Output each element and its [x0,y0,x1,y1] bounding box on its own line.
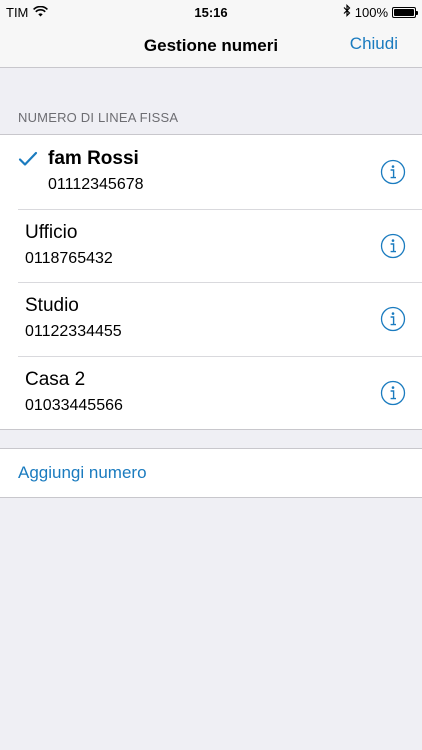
phone-number: 0118765432 [25,249,113,267]
battery-percent: 100% [354,4,388,20]
phone-number: 01112345678 [48,176,144,193]
phone-number: 01122334455 [25,323,122,340]
screen: TIM 15:16 100% Gestione numeri Chiudi NU… [0,0,422,750]
checkmark-icon [18,151,38,167]
number-name: fam Rossi [48,148,139,169]
number-name: Studio [25,295,79,316]
list-item[interactable]: Studio 01122334455 [0,282,422,356]
carrier-label: TIM [6,4,29,20]
navigation-bar: Gestione numeri Chiudi [0,24,422,68]
info-icon[interactable] [380,159,406,185]
info-icon[interactable] [380,233,406,259]
list-item-text: Studio 01122334455 [25,294,122,343]
status-left: TIM [6,5,146,20]
add-number-button[interactable]: Aggiungi numero [18,463,147,483]
list-item[interactable]: Casa 2 01033445566 [0,355,422,430]
close-button[interactable]: Chiudi [350,34,398,54]
status-bar: TIM 15:16 100% [0,0,422,24]
status-right: 100% [276,4,418,20]
phone-number: 01033445566 [25,396,123,414]
status-time: 15:16 [194,4,228,20]
list-item[interactable]: fam Rossi 01112345678 [0,135,422,209]
number-name: Casa 2 [25,368,86,390]
info-icon[interactable] [380,380,406,406]
number-name: Ufficio [25,221,78,243]
battery-icon [392,6,418,18]
numbers-list: fam Rossi 01112345678 Ufficio 0118765432 [0,134,422,430]
info-icon[interactable] [380,306,406,332]
list-item-text: Ufficio 0118765432 [25,221,113,270]
battery-fill [394,8,414,16]
page-title: Gestione numeri [143,35,279,55]
list-item[interactable]: Ufficio 0118765432 [0,208,422,283]
list-item-text: fam Rossi 01112345678 [48,147,144,196]
list-item-text: Casa 2 01033445566 [25,368,123,417]
section-header: NUMERO DI LINEA FISSA [18,110,179,125]
add-number-cell: Aggiungi numero [0,448,422,498]
wifi-icon [33,5,49,20]
bluetooth-icon [343,4,351,20]
